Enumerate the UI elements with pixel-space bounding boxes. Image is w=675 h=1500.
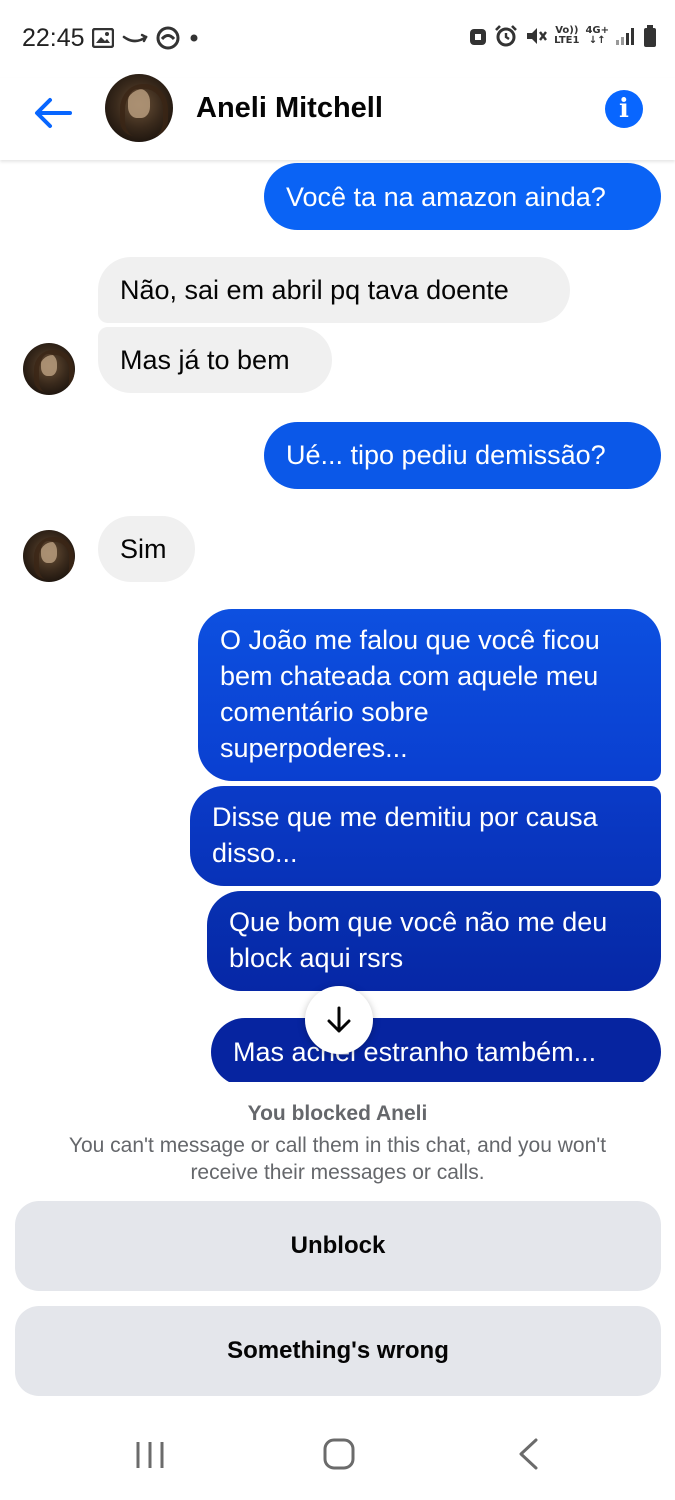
contact-avatar[interactable] — [105, 74, 173, 142]
blocked-description: You can't message or call them in this c… — [68, 1134, 607, 1184]
amazon-icon — [122, 33, 148, 43]
volte-icon: Vo)) LTE1 — [554, 25, 580, 46]
message-bubble-outgoing[interactable]: Disse que me demitiu por causa disso... — [190, 786, 661, 886]
signal-icon — [616, 28, 634, 45]
back-icon[interactable] — [515, 1437, 541, 1471]
blocked-title: You blocked Aneli — [247, 1102, 428, 1125]
sender-avatar[interactable] — [23, 343, 75, 395]
status-time: 22:45 — [22, 24, 85, 52]
contact-name[interactable]: Aneli Mitchell — [196, 92, 383, 125]
arrow-left-icon — [35, 98, 72, 128]
4g-icon: 4G+ ↓↑ — [585, 25, 609, 46]
alarm-icon — [495, 25, 518, 47]
scroll-to-bottom-button[interactable] — [305, 986, 373, 1054]
message-bubble-incoming[interactable]: Não, sai em abril pq tava doente — [98, 257, 570, 323]
status-left-icons — [92, 26, 200, 50]
info-icon: i — [619, 94, 629, 124]
dot-icon — [190, 34, 198, 42]
gallery-icon — [92, 28, 114, 48]
mute-icon — [527, 28, 548, 44]
back-button[interactable] — [30, 90, 76, 136]
message-bubble-incoming[interactable]: Mas já to bem — [98, 327, 332, 393]
system-nav-bar — [0, 1417, 675, 1500]
message-bubble-outgoing[interactable]: Ué... tipo pediu demissão? — [264, 422, 661, 489]
sim-lock-icon — [470, 29, 487, 45]
edge-icon — [156, 26, 180, 50]
message-bubble-incoming[interactable]: Sim — [98, 516, 195, 582]
message-bubble-outgoing[interactable]: Que bom que você não me deu block aqui r… — [207, 891, 661, 991]
info-button[interactable]: i — [605, 90, 643, 128]
message-bubble-outgoing[interactable]: Você ta na amazon ainda? — [264, 163, 661, 230]
blocked-panel: You blocked Aneli You can't message or c… — [0, 1082, 675, 1417]
conversation-header: Aneli Mitchell i — [0, 74, 675, 160]
message-bubble-outgoing[interactable]: Mas achei estranho também... — [211, 1018, 661, 1082]
status-right-icons: Vo)) LTE1 4G+ ↓↑ — [468, 24, 657, 48]
message-bubble-outgoing[interactable]: O João me falou que você ficou bem chate… — [198, 609, 661, 781]
message-list[interactable]: Você ta na amazon ainda? Não, sai em abr… — [0, 160, 675, 1082]
recent-apps-icon[interactable] — [134, 1439, 166, 1471]
arrow-down-icon — [327, 1006, 351, 1033]
unblock-button[interactable]: Unblock — [15, 1201, 661, 1291]
home-icon[interactable] — [322, 1437, 356, 1471]
status-bar: 22:45 Vo)) LTE1 4G+ ↓↑ — [0, 0, 675, 78]
sender-avatar[interactable] — [23, 530, 75, 582]
battery-icon — [644, 25, 656, 47]
something-wrong-button[interactable]: Something's wrong — [15, 1306, 661, 1396]
